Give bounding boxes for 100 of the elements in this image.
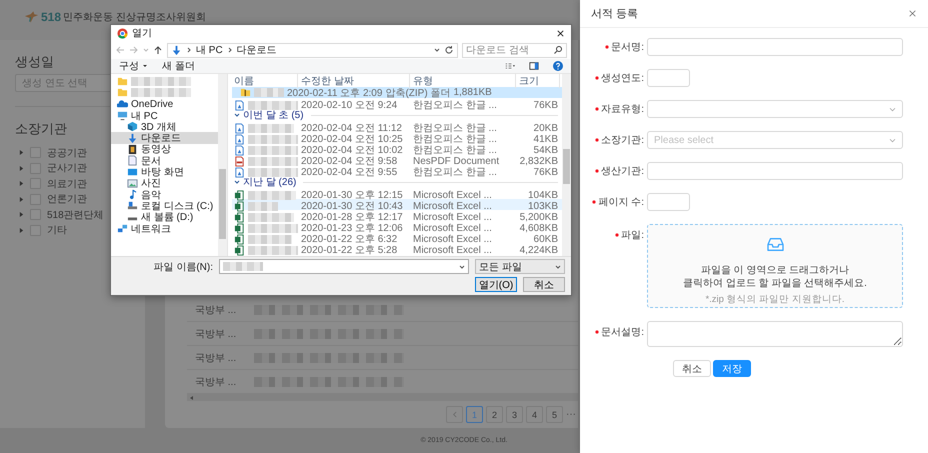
- film-icon: [127, 144, 138, 155]
- desktop-icon: [127, 166, 138, 178]
- nav-item[interactable]: 네트워크: [111, 222, 218, 234]
- file-type: Microsoft Excel ...: [412, 212, 493, 222]
- close-icon[interactable]: [556, 28, 565, 38]
- blurred-filename: [248, 212, 294, 222]
- search-field[interactable]: 다운로드 검색: [462, 42, 567, 58]
- filename-field[interactable]: [219, 259, 469, 274]
- file-row[interactable]: 2020-01-23 오후 12:06 Microsoft Excel ... 4,608KB: [232, 221, 562, 232]
- nav-item[interactable]: 내 PC: [111, 110, 218, 122]
- file-row[interactable]: 2020-01-28 오후 12:17 Microsoft Excel ... 5,200KB: [232, 210, 562, 221]
- field-label: 페이지 수:: [598, 196, 644, 209]
- caret-icon[interactable]: [459, 264, 465, 270]
- organize-menu-button[interactable]: 구성: [119, 59, 148, 73]
- file-row[interactable]: 2020-02-04 오전 9:58 NesPDF Document 2,832KB: [232, 154, 562, 165]
- file-row[interactable]: 2020-01-22 오후 6:32 Microsoft Excel ... 60KB: [232, 232, 562, 243]
- group-heading[interactable]: 이번 달 초 (5): [243, 108, 304, 122]
- file-size: 76KB: [532, 100, 559, 110]
- blurred-filename: [254, 88, 284, 97]
- up-arrow-icon[interactable]: [153, 45, 163, 55]
- description-field[interactable]: [647, 321, 903, 347]
- spreadsheet-icon: [234, 222, 245, 234]
- file-drop-zone[interactable]: 파일을 이 영역으로 드래그하거나 클릭하여 업로드 할 파일을 선택해주세요. *.zip 형식의 파일만 지원합니다.: [647, 224, 903, 308]
- refresh-icon[interactable]: [444, 45, 454, 55]
- folder-icon: [117, 76, 128, 88]
- back-arrow-icon[interactable]: [115, 45, 125, 55]
- number-field[interactable]: [647, 193, 690, 211]
- group-heading[interactable]: 지난 달 (26): [243, 175, 296, 189]
- file-size: 4,224KB: [518, 244, 559, 256]
- cube-icon: [127, 121, 138, 132]
- cloud-icon: [117, 98, 128, 110]
- nav-item[interactable]: 음악: [111, 188, 218, 200]
- drive-icon: [127, 200, 138, 212]
- table-cell-text: 국방부 ...: [195, 328, 236, 340]
- nav-item[interactable]: 새 볼륨 (D:): [111, 212, 218, 223]
- forward-arrow-icon[interactable]: [129, 45, 139, 55]
- collapse-chevron-icon[interactable]: [234, 179, 240, 185]
- breadcrumb-item[interactable]: 내 PC: [196, 43, 223, 57]
- nav-item[interactable]: 로컬 디스크 (C:): [111, 200, 218, 212]
- number-field[interactable]: [647, 69, 690, 87]
- previous-page-button[interactable]: [446, 406, 463, 423]
- file-row[interactable]: 2020-02-04 오전 11:12 한컴오피스 한글 ... 20KB: [232, 121, 562, 132]
- scroll-left-arrow-icon[interactable]: [189, 394, 195, 400]
- expand-caret-icon[interactable]: [19, 150, 24, 156]
- file-type-dropdown[interactable]: 모든 파일: [475, 259, 565, 274]
- vertical-scrollbar[interactable]: [562, 74, 571, 256]
- file-row[interactable]: 2020-01-30 오전 10:43 Microsoft Excel ... 103KB: [232, 199, 562, 210]
- file-type: 한컴오피스 한글 ...: [412, 166, 498, 179]
- file-size: 104KB: [526, 190, 559, 200]
- caret-icon[interactable]: [142, 63, 148, 69]
- page-button[interactable]: 3: [506, 406, 523, 423]
- caret-icon[interactable]: [434, 47, 440, 53]
- view-options-icon[interactable]: [505, 61, 515, 71]
- nav-item[interactable]: OneDrive: [111, 98, 218, 110]
- nav-item[interactable]: 3D 개체: [111, 121, 218, 132]
- file-row[interactable]: 2020-02-04 오전 10:02 한컴오피스 한글 ... 54KB: [232, 143, 562, 154]
- file-row[interactable]: 2020-01-30 오후 12:15 Microsoft Excel ... 104KB: [232, 188, 562, 199]
- open-button[interactable]: 열기(O): [475, 277, 517, 292]
- vertical-scrollbar[interactable]: [218, 74, 227, 256]
- blurred-filename: [248, 134, 298, 144]
- caret-icon[interactable]: [555, 264, 561, 270]
- select-field[interactable]: [647, 100, 903, 118]
- horizontal-scrollbar[interactable]: [187, 394, 578, 401]
- new-folder-button[interactable]: 새 폴더: [162, 59, 195, 73]
- file-size: 5,200KB: [518, 212, 559, 222]
- file-size: 103KB: [526, 200, 559, 212]
- file-row[interactable]: 2020-01-22 오후 5:28 Microsoft Excel ... 4,224KB: [232, 243, 562, 254]
- blurred-filename: [248, 156, 298, 166]
- nav-item[interactable]: 바탕 화면: [111, 166, 218, 178]
- dialog-title: 열기: [132, 27, 152, 40]
- chevron-left-icon[interactable]: [452, 411, 457, 418]
- expand-caret-icon[interactable]: [19, 228, 24, 233]
- preview-pane-icon[interactable]: [529, 61, 539, 71]
- expand-caret-icon[interactable]: [19, 166, 24, 171]
- modified-date: 2020-01-30 오전 10:43: [300, 200, 404, 212]
- blurred-filename: [248, 224, 298, 232]
- filter-option-label: 518관련단체: [47, 208, 104, 222]
- filter-option-label: 의료기관: [47, 178, 87, 191]
- file-row[interactable]: 2020-02-11 오후 2:09 압축(ZIP) 폴더 1,881KB: [232, 87, 562, 98]
- expand-caret-icon[interactable]: [19, 196, 24, 202]
- nav-item[interactable]: 사진: [111, 178, 218, 189]
- file-row[interactable]: 2020-02-04 오전 10:25 한컴오피스 한글 ... 41KB: [232, 132, 562, 143]
- text-field[interactable]: [647, 38, 903, 56]
- collapse-chevron-icon[interactable]: [234, 112, 240, 118]
- expand-caret-icon[interactable]: [19, 212, 24, 218]
- breadcrumb-item[interactable]: 다운로드: [236, 43, 277, 57]
- blurred-filename: [248, 124, 294, 132]
- text-field[interactable]: [647, 162, 903, 180]
- nav-item[interactable]: 다운로드: [111, 132, 218, 144]
- nav-item[interactable]: 문서: [111, 155, 218, 166]
- file-type: Microsoft Excel ...: [412, 234, 493, 244]
- nav-item[interactable]: 동영상: [111, 144, 218, 156]
- file-row[interactable]: 2020-02-10 오전 9:24 한컴오피스 한글 ... 76KB: [232, 98, 562, 109]
- filter-option-label: 언론기관: [47, 193, 87, 206]
- file-row[interactable]: 2020-02-04 오전 9:55 한컴오피스 한글 ... 76KB: [232, 165, 562, 176]
- address-bar[interactable]: 내 PC 다운로드: [167, 42, 458, 58]
- cancel-button[interactable]: 취소: [673, 360, 711, 377]
- expand-caret-icon[interactable]: [19, 181, 24, 186]
- cancel-button[interactable]: 취소: [523, 277, 565, 292]
- help-icon[interactable]: [553, 61, 563, 71]
